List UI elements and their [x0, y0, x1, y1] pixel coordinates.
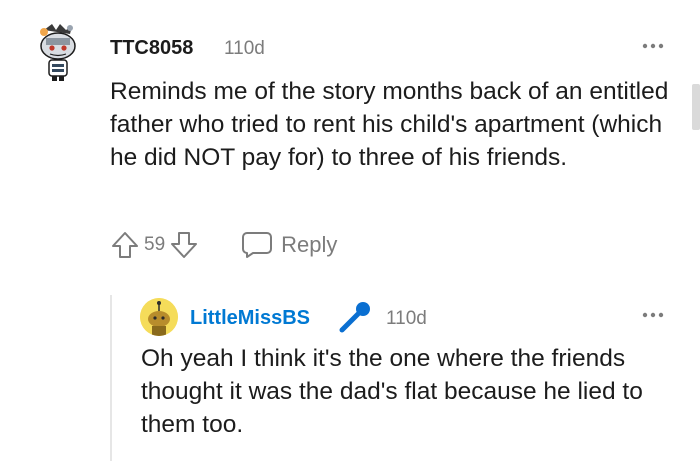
comment-actions: 59 Reply: [108, 227, 337, 263]
comment-body: Reminds me of the story months back of a…: [110, 78, 669, 171]
reply-icon: [242, 232, 273, 258]
comment-author[interactable]: TTC8058: [110, 37, 193, 60]
thread-line[interactable]: [110, 295, 112, 461]
microphone-icon: [338, 300, 374, 334]
reply-label: Reply: [281, 232, 338, 257]
more-options-icon[interactable]: [640, 305, 666, 325]
downvote-icon[interactable]: [167, 228, 201, 262]
scrollbar-thumb[interactable]: [692, 84, 700, 130]
reply-avatar[interactable]: [140, 298, 178, 336]
comment-thread: TTC8058 110d Reminds me of the story mon…: [0, 0, 700, 461]
reply-author[interactable]: LittleMissBS: [190, 307, 310, 330]
reply-body: Oh yeah I think it's the one where the f…: [141, 345, 643, 438]
more-options-icon[interactable]: [640, 36, 666, 56]
user-avatar[interactable]: [30, 16, 86, 82]
upvote-icon[interactable]: [108, 228, 142, 262]
comment-timestamp: 110d: [224, 38, 265, 59]
reply-timestamp: 110d: [386, 308, 427, 329]
reply-button[interactable]: Reply: [241, 231, 337, 259]
vote-count: 59: [144, 234, 166, 255]
